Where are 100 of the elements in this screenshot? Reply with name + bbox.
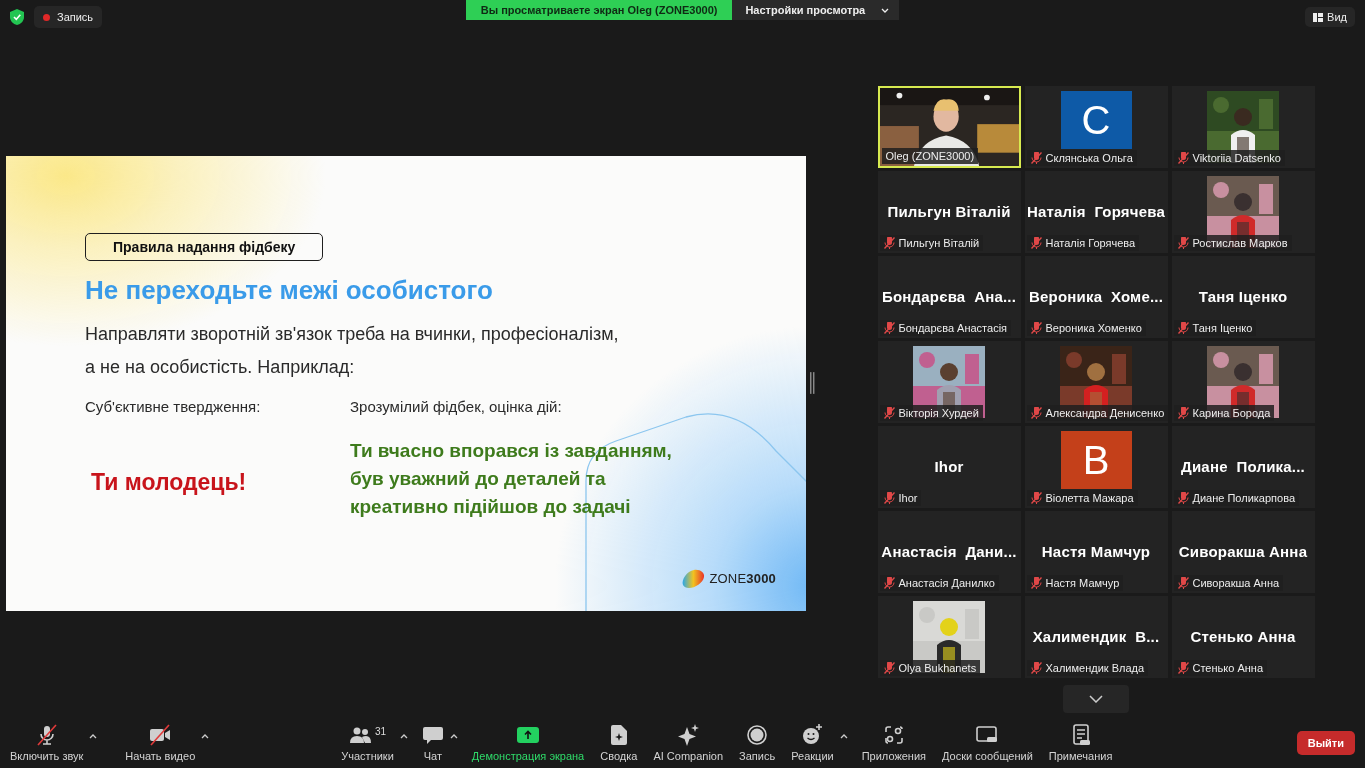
- video-tile[interactable]: Oleg (ZONE3000): [877, 86, 1021, 168]
- video-tile[interactable]: Таня Іценко Таня Іценко: [1171, 256, 1315, 338]
- participant-name: Настя Мамчур: [1045, 577, 1120, 589]
- sparkle-icon: [677, 724, 700, 746]
- example-text: Ти вчасно впорався із завданням,: [350, 438, 672, 463]
- toolbar-button[interactable]: Реакции: [787, 721, 838, 765]
- participant-name: Таня Іценко: [1192, 322, 1253, 334]
- caret-icon: [201, 734, 210, 739]
- slide-title: Не переходьте межі особистого: [85, 274, 494, 306]
- toolbar-button[interactable]: Доски сообщений: [938, 721, 1037, 765]
- caret-icon: [881, 7, 890, 13]
- example-text: був уважний до деталей та: [350, 466, 606, 491]
- participant-name: Сиворакша Анна: [1177, 543, 1309, 560]
- participant-name: Стенько Анна: [1189, 628, 1297, 645]
- participant-name: Віолетта Мажара: [1045, 492, 1134, 504]
- share-icon: [517, 724, 540, 746]
- caret-icon: [839, 734, 848, 739]
- reactions-icon: [801, 724, 824, 746]
- caret-icon: [449, 734, 458, 739]
- participant-name: Диане Поликарпова: [1192, 492, 1295, 504]
- video-tile[interactable]: Александра Денисенко: [1024, 341, 1168, 423]
- video-tile[interactable]: Viktoriia Datsenko: [1171, 86, 1315, 168]
- chat-icon: [421, 724, 444, 746]
- example-text: креативно підійшов до задачі: [350, 494, 631, 519]
- participant-name: Халимендик Влада: [1045, 662, 1145, 674]
- participant-name: Анастасія Дани...: [880, 543, 1018, 560]
- column-label: Суб'єктивне твердження:: [85, 397, 261, 415]
- video-tile[interactable]: Пильгун Віталій Пильгун Віталій: [877, 171, 1021, 253]
- column-label: Зрозумілий фідбек, оцінка дій:: [350, 397, 562, 415]
- participant-name: Александра Денисенко: [1045, 407, 1165, 419]
- participant-name: Халимендик В...: [1031, 628, 1161, 645]
- toolbar-button[interactable]: 31 Участники: [337, 721, 398, 765]
- view-options-button[interactable]: Настройки просмотра: [732, 0, 900, 20]
- video-tile[interactable]: Olya Bukhanets: [877, 596, 1021, 678]
- video-tile[interactable]: Ростислав Марков: [1171, 171, 1315, 253]
- video-tile[interactable]: Наталія Горячева Наталія Горячева: [1024, 171, 1168, 253]
- participant-name: Oleg (ZONE3000): [885, 150, 975, 162]
- slide-text: а не на особистість. Наприклад:: [85, 355, 356, 379]
- recording-indicator[interactable]: Запись: [34, 6, 103, 28]
- leave-button[interactable]: Выйти: [1296, 731, 1355, 755]
- participant-name: Viktoriia Datsenko: [1192, 152, 1281, 164]
- video-tile[interactable]: В Віолетта Мажара: [1024, 426, 1168, 508]
- toolbar-button[interactable]: Примечания: [1044, 721, 1117, 765]
- logo-icon: [681, 568, 706, 589]
- video-tile[interactable]: Карина Борода: [1171, 341, 1315, 423]
- video-tile[interactable]: Вікторія Хурдей: [877, 341, 1021, 423]
- video-tile[interactable]: Стенько Анна Стенько Анна: [1171, 596, 1315, 678]
- participant-name: Бондарєва Ана...: [880, 288, 1018, 305]
- avatar: С: [1060, 91, 1132, 149]
- participant-name: Анастасія Данилко: [898, 577, 995, 589]
- example-text: Ти молодець!: [91, 468, 247, 496]
- participant-name: Вероника Хоменко: [1045, 322, 1142, 334]
- toolbar-button[interactable]: Сводка: [596, 721, 642, 765]
- toolbar-button[interactable]: Чат: [417, 721, 448, 765]
- shield-icon[interactable]: [10, 9, 24, 25]
- toolbar-button[interactable]: Приложения: [857, 721, 931, 765]
- participant-name: Склянська Ольга: [1045, 152, 1133, 164]
- participant-name: Ростислав Марков: [1192, 237, 1288, 249]
- participant-name: Настя Мамчур: [1040, 543, 1152, 560]
- toolbar-button[interactable]: Начать видео: [121, 721, 200, 765]
- participant-name: Карина Борода: [1192, 407, 1271, 419]
- participant-name: Наталія Горячева: [1025, 203, 1167, 220]
- participant-name: Диане Полика...: [1180, 458, 1306, 475]
- slide-text: Направляти зворотній зв'язок треба на вчинки, професіоналізм,: [85, 322, 620, 346]
- toolbar-button[interactable]: Запись: [735, 721, 780, 765]
- chevron-down-icon: [1089, 695, 1103, 703]
- video-tile[interactable]: С Склянська Ольга: [1024, 86, 1168, 168]
- participant-name: Наталія Горячева: [1045, 237, 1136, 249]
- video-tile[interactable]: Ihor Ihor: [877, 426, 1021, 508]
- video-tile[interactable]: Сиворакша Анна Сиворакша Анна: [1171, 511, 1315, 593]
- participant-name: Бондарєва Анастасія: [898, 322, 1008, 334]
- record-icon: [746, 724, 769, 746]
- video-tile[interactable]: Бондарєва Ана... Бондарєва Анастасія: [877, 256, 1021, 338]
- slide-chip: Правила надання фідбеку: [85, 232, 324, 261]
- participant-name: Вікторія Хурдей: [898, 407, 979, 419]
- participant-name: Стенько Анна: [1192, 662, 1263, 674]
- view-button[interactable]: Вид: [1305, 7, 1355, 27]
- drag-handle-icon[interactable]: [810, 372, 815, 394]
- avatar: В: [1060, 431, 1132, 489]
- layout-icon: [1313, 12, 1324, 22]
- participant-name: Olya Bukhanets: [898, 662, 977, 674]
- apps-icon: [882, 724, 905, 746]
- toolbar-button[interactable]: AI Companion: [649, 721, 728, 765]
- video-tile[interactable]: Диане Полика... Диане Поликарпова: [1171, 426, 1315, 508]
- video-tile[interactable]: Анастасія Дани... Анастасія Данилко: [877, 511, 1021, 593]
- participant-name: Пильгун Віталій: [898, 237, 980, 249]
- participant-name: Ihor: [933, 458, 965, 475]
- participant-name: Пильгун Віталій: [886, 203, 1012, 220]
- video-tile[interactable]: Вероника Хоме... Вероника Хоменко: [1024, 256, 1168, 338]
- toolbar-button[interactable]: Демонстрация экрана: [467, 721, 589, 765]
- sharing-banner: Вы просматриваете экран Oleg (ZONE3000): [465, 0, 733, 20]
- video-tile[interactable]: Настя Мамчур Настя Мамчур: [1024, 511, 1168, 593]
- participant-name: Вероника Хоме...: [1027, 288, 1165, 305]
- participant-name: Ihor: [898, 492, 918, 504]
- video-tile[interactable]: Халимендик В... Халимендик Влада: [1024, 596, 1168, 678]
- toolbar-button[interactable]: Включить звук: [6, 721, 88, 765]
- caret-icon: [89, 734, 98, 739]
- participant-name: Сиворакша Анна: [1192, 577, 1280, 589]
- participant-name: Таня Іценко: [1197, 288, 1289, 305]
- caret-icon: [399, 734, 408, 739]
